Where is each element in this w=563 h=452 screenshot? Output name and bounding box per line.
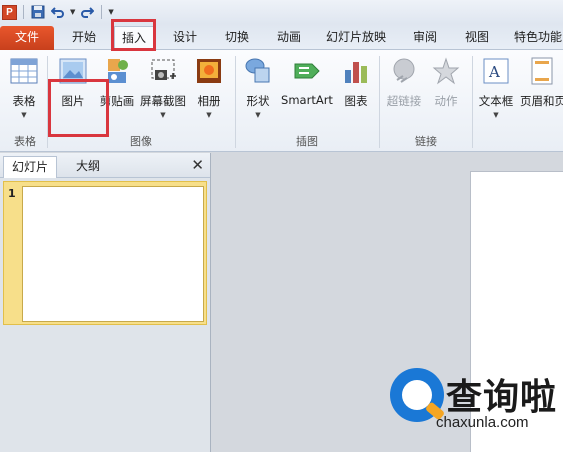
group-label-tables: 表格	[14, 135, 36, 148]
tab-special-features[interactable]: 特色功能	[508, 26, 563, 50]
tab-slides[interactable]: 幻灯片	[3, 156, 58, 178]
action-button[interactable]: 动作	[428, 56, 464, 109]
group-separator	[472, 56, 473, 148]
tab-review[interactable]: 审阅	[402, 26, 448, 50]
save-icon[interactable]	[30, 4, 46, 20]
redo-icon[interactable]	[79, 4, 95, 20]
slide-thumbnail-selected[interactable]	[3, 181, 207, 325]
slides-panel-tabs: 幻灯片 大纲 ✕	[0, 153, 210, 178]
chart-button[interactable]: 图表	[338, 56, 374, 109]
table-label: 表格	[12, 94, 36, 108]
chevron-down-icon: ▼	[21, 111, 27, 119]
smartart-label: SmartArt	[281, 93, 333, 107]
insert-tab-highlight	[111, 19, 156, 51]
header-footer-icon	[531, 57, 552, 85]
table-icon	[10, 58, 38, 84]
watermark-title: 查询啦	[446, 377, 558, 418]
action-icon	[432, 57, 460, 85]
screenshot-label: 屏幕截图	[140, 94, 186, 108]
action-label: 动作	[434, 94, 458, 108]
hyperlink-label: 超链接	[386, 94, 422, 108]
screenshot-button[interactable]: 屏幕截图 ▼	[139, 56, 187, 119]
smartart-button[interactable]: SmartArt	[280, 56, 334, 107]
chevron-down-icon: ▼	[493, 111, 499, 119]
hyperlink-icon	[393, 58, 415, 83]
tab-design[interactable]: 设计	[162, 26, 208, 50]
tab-home[interactable]: 开始	[60, 26, 108, 50]
tab-transitions[interactable]: 切换	[214, 26, 260, 50]
tab-slideshow[interactable]: 幻灯片放映	[316, 26, 396, 50]
photo-album-button[interactable]: 相册 ▼	[190, 56, 228, 119]
ribbon-tab-bar: 文件 开始 插入 设计 切换 动画 幻灯片放映 审阅 视图 特色功能	[0, 24, 563, 51]
watermark-url: chaxunla.com	[436, 414, 529, 431]
group-label-illustrations: 插图	[296, 135, 318, 148]
undo-icon[interactable]	[50, 4, 66, 20]
tab-animations[interactable]: 动画	[266, 26, 312, 50]
undo-dropdown-icon[interactable]: ▼	[70, 8, 75, 16]
table-button[interactable]: 表格 ▼	[4, 56, 44, 119]
tab-view[interactable]: 视图	[454, 26, 500, 50]
qat-separator	[101, 5, 103, 19]
chevron-down-icon: ▼	[255, 111, 261, 119]
textbox-icon: A	[483, 58, 509, 84]
shapes-button[interactable]: 形状 ▼	[240, 56, 276, 119]
slides-panel: 幻灯片 大纲 ✕ 1	[0, 153, 211, 452]
tab-outline[interactable]: 大纲	[68, 156, 108, 178]
hyperlink-button[interactable]: 超链接	[384, 56, 424, 109]
header-footer-label: 页眉和页	[520, 94, 563, 108]
photo-album-icon	[197, 59, 221, 83]
slide-thumbnail[interactable]	[22, 186, 204, 322]
header-footer-button[interactable]: 页眉和页	[520, 56, 563, 109]
chevron-down-icon: ▼	[206, 111, 212, 119]
quick-access-toolbar: P ▼ ▼	[0, 0, 563, 24]
svg-text:A: A	[488, 63, 500, 81]
group-label-links: 链接	[415, 135, 437, 148]
textbox-label: 文本框	[478, 94, 514, 108]
customize-qat-icon[interactable]: ▼	[108, 8, 113, 16]
chevron-down-icon: ▼	[160, 111, 166, 119]
slide-number: 1	[8, 187, 16, 200]
picture-button-highlight	[48, 79, 109, 137]
close-icon[interactable]: ✕	[191, 156, 204, 174]
shapes-icon	[245, 58, 270, 83]
photo-album-label: 相册	[197, 94, 221, 108]
shapes-label: 形状	[246, 94, 270, 108]
qat-separator	[23, 5, 24, 19]
chart-icon	[345, 62, 367, 83]
smartart-icon	[294, 63, 320, 79]
chart-label: 图表	[344, 94, 368, 108]
tab-file[interactable]: 文件	[0, 26, 54, 50]
watermark-logo: 查询啦 chaxunla.com	[380, 362, 563, 452]
screenshot-icon	[151, 59, 176, 80]
powerpoint-app-icon[interactable]: P	[2, 4, 17, 20]
textbox-button[interactable]: A 文本框 ▼	[476, 56, 516, 119]
